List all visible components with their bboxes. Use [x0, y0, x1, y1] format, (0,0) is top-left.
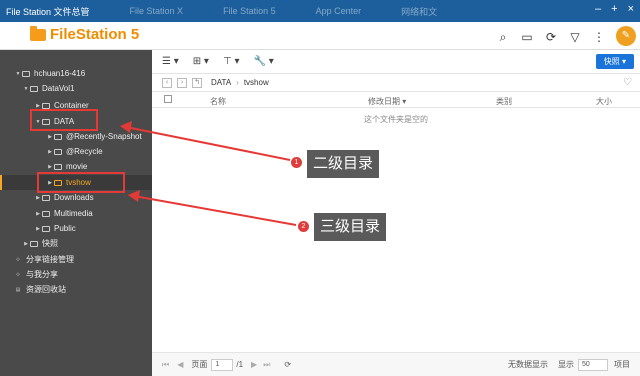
collapse-icon[interactable]: ▶ — [34, 226, 42, 232]
sidebar-item-recently-snapshot[interactable]: ▶ @Recently-Snapshot — [0, 129, 152, 144]
app-logo: FileStation 5 — [30, 25, 140, 43]
window-title-bar: File Station 文件总管 File Station X File St… — [0, 0, 640, 22]
annotation-number-2: 2 — [298, 221, 309, 232]
storage-icon[interactable]: ▭ — [520, 30, 534, 44]
collapse-icon[interactable]: ▶ — [46, 149, 54, 155]
share-icon: ⟐ — [16, 256, 20, 263]
collapse-icon[interactable]: ▶ — [34, 211, 42, 217]
more-icon[interactable]: ⋮ — [592, 30, 606, 44]
annotation-label-1: 二级目录 — [307, 150, 380, 178]
column-type[interactable]: 类别 — [496, 96, 512, 107]
collapse-icon[interactable]: ▶ — [46, 164, 54, 170]
breadcrumb: ‹ › ↰ DATA › tvshow ♡ — [152, 74, 640, 92]
up-button[interactable]: ↰ — [192, 77, 202, 88]
ghost-tab-2: File Station 5 — [223, 6, 276, 16]
sidebar-item-share-links[interactable]: ⟐ 分享链接管理 — [0, 252, 152, 267]
column-size[interactable]: 大小 — [596, 96, 612, 107]
collapse-icon[interactable]: ▶ — [22, 241, 30, 247]
ghost-tab-1: File Station X — [129, 6, 184, 16]
select-all-checkbox[interactable] — [164, 95, 172, 103]
disk-icon — [30, 85, 38, 92]
table-header: 名称 修改日期 ▾ 类别 大小 — [152, 92, 640, 108]
status-text: 无数据显示 — [508, 360, 548, 369]
sidebar-item-multimedia[interactable]: ▶ Multimedia — [0, 206, 152, 221]
expand-icon[interactable]: ▼ — [22, 86, 30, 92]
folder-icon — [42, 225, 50, 232]
empty-folder-message: 这个文件夹是空的 — [364, 115, 428, 124]
first-page-icon[interactable]: ⏮ — [162, 360, 169, 370]
ghost-tab-3: App Center — [315, 6, 362, 16]
minimize-button[interactable]: – — [595, 3, 601, 15]
breadcrumb-item-tvshow[interactable]: tvshow — [244, 78, 269, 87]
window-title: File Station 文件总管 — [6, 6, 90, 17]
next-page-icon[interactable]: ▶ — [251, 360, 257, 369]
app-header: FileStation 5 ⌕ ▭ ⟳ ▽ ⋮ ✎ — [0, 22, 640, 50]
sidebar-item-recycle-bin[interactable]: ▤ 资源回收站 — [0, 282, 152, 297]
column-modified[interactable]: 修改日期 ▾ — [368, 96, 406, 107]
sidebar-item-nas[interactable]: ▼ hchuan16-416 — [0, 66, 152, 81]
forward-button[interactable]: › — [177, 77, 187, 88]
annotation-label-2: 三级目录 — [314, 213, 387, 241]
snapshot-icon — [30, 240, 38, 247]
server-icon — [22, 70, 30, 77]
sidebar: ▼ hchuan16-416 ▼ DataVol1 ▶ Container ▼ DATA… — [0, 50, 152, 376]
sidebar-item-public[interactable]: ▶ Public — [0, 221, 152, 236]
toolbar: ☰ ▾ ⊞ ▾ ⊤ ▾ 🔧 ▾ 快照 ▾ — [152, 50, 640, 74]
prev-page-icon[interactable]: ◀ — [177, 360, 183, 369]
breadcrumb-item-data[interactable]: DATA — [211, 78, 231, 87]
page-total: /1 — [236, 360, 244, 369]
tools-button[interactable]: 🔧 ▾ — [253, 56, 273, 67]
folder-icon — [54, 163, 62, 170]
shared-icon: ⟐ — [16, 271, 20, 278]
highlight-box-data — [30, 109, 98, 131]
sidebar-item-recycle[interactable]: ▶ @Recycle — [0, 144, 152, 159]
column-name[interactable]: 名称 — [210, 96, 226, 107]
collapse-icon[interactable]: ▶ — [34, 195, 42, 201]
folder-icon — [30, 25, 46, 41]
sidebar-item-shared-with-me[interactable]: ⟐ 与我分享 — [0, 267, 152, 282]
highlight-box-tvshow — [37, 172, 125, 193]
items-label: 项目 — [614, 360, 630, 369]
snapshot-button[interactable]: 快照 ▾ — [595, 54, 634, 69]
folder-icon — [54, 133, 62, 140]
avatar[interactable]: ✎ — [616, 26, 636, 46]
trash-icon: ▤ — [15, 286, 21, 293]
expand-icon[interactable]: ▼ — [14, 71, 22, 77]
page-input[interactable]: 1 — [211, 358, 234, 371]
recycle-icon — [54, 148, 62, 155]
breadcrumb-separator-icon: › — [236, 78, 239, 87]
collapse-icon[interactable]: ▶ — [46, 134, 54, 140]
folder-icon — [42, 210, 50, 217]
filter-icon[interactable]: ▽ — [568, 30, 582, 44]
favorite-icon[interactable]: ♡ — [623, 77, 632, 88]
upload-button[interactable]: ⊤ ▾ — [223, 56, 240, 67]
show-label: 显示 — [558, 360, 574, 369]
pagination-bar: ⏮ ◀ 页面 1 /1 ▶ ⏭ ⟳ 无数据显示 显示 50 项目 — [152, 352, 640, 376]
per-page-select[interactable]: 50 — [578, 358, 608, 371]
app-name: FileStation 5 — [50, 26, 140, 43]
maximize-button[interactable]: + — [611, 3, 617, 15]
page-label: 页面 — [191, 360, 208, 369]
last-page-icon[interactable]: ⏭ — [263, 360, 270, 370]
annotation-number-1: 1 — [291, 157, 302, 168]
close-button[interactable]: × — [628, 3, 634, 15]
collapse-icon[interactable]: ▶ — [34, 103, 42, 109]
main-pane: ☰ ▾ ⊞ ▾ ⊤ ▾ 🔧 ▾ 快照 ▾ ‹ › ↰ DATA › tvshow… — [152, 50, 640, 376]
sidebar-item-datavol1[interactable]: ▼ DataVol1 — [0, 81, 152, 96]
search-icon[interactable]: ⌕ — [496, 30, 510, 44]
refresh-icon[interactable]: ⟳ — [284, 360, 291, 369]
create-button[interactable]: ⊞ ▾ — [193, 56, 209, 67]
sidebar-item-snapshot[interactable]: ▶ 快照 — [0, 236, 152, 251]
back-button[interactable]: ‹ — [162, 77, 172, 88]
folder-icon — [42, 102, 50, 109]
ghost-tab-4: 网络和文 — [401, 6, 438, 17]
view-mode-button[interactable]: ☰ ▾ — [162, 56, 179, 67]
refresh-icon[interactable]: ⟳ — [544, 30, 558, 44]
folder-icon — [42, 194, 50, 201]
